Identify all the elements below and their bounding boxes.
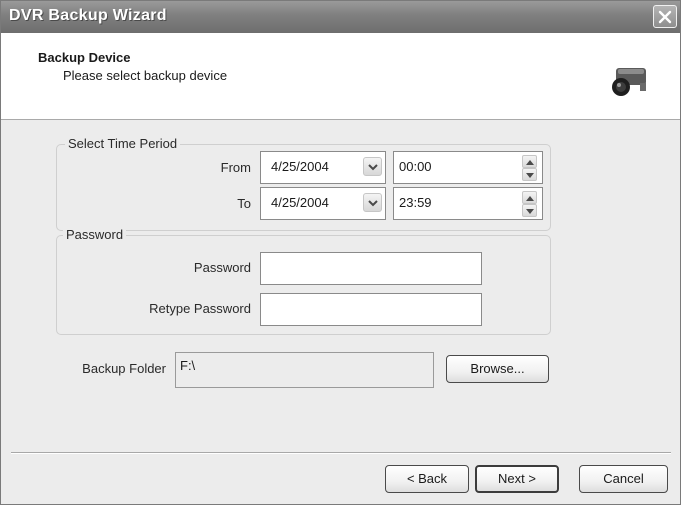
retype-password-field[interactable]	[260, 293, 482, 326]
from-label: From	[220, 160, 251, 175]
from-time-down-button[interactable]	[522, 168, 537, 181]
to-time-up-button[interactable]	[522, 191, 537, 204]
close-icon	[658, 10, 672, 24]
from-time-stepper[interactable]: 00:00	[393, 151, 543, 184]
backup-wizard-window: DVR Backup Wizard Backup Device Please s…	[0, 0, 681, 505]
to-date-value: 4/25/2004	[271, 195, 329, 210]
chevron-down-icon	[368, 164, 378, 171]
from-time-value: 00:00	[399, 159, 432, 174]
close-button[interactable]	[653, 5, 677, 28]
caret-down-icon	[526, 209, 534, 214]
from-time-up-button[interactable]	[522, 155, 537, 168]
password-field[interactable]	[260, 252, 482, 285]
window-title: DVR Backup Wizard	[9, 7, 167, 24]
to-date-combo[interactable]: 4/25/2004	[260, 187, 386, 220]
backup-folder-field[interactable]: F:\	[175, 352, 434, 388]
caret-up-icon	[526, 160, 534, 165]
backup-folder-label: Backup Folder	[82, 361, 166, 376]
caret-down-icon	[526, 173, 534, 178]
wizard-header: Backup Device Please select backup devic…	[1, 33, 680, 120]
time-period-legend: Select Time Period	[65, 136, 181, 151]
from-date-dropdown-button[interactable]	[363, 157, 382, 176]
caret-up-icon	[526, 196, 534, 201]
to-time-stepper[interactable]: 23:59	[393, 187, 543, 220]
page-title: Backup Device	[38, 50, 131, 65]
footer-separator	[11, 452, 671, 454]
to-time-down-button[interactable]	[522, 204, 537, 217]
from-date-combo[interactable]: 4/25/2004	[260, 151, 386, 184]
title-bar[interactable]: DVR Backup Wizard	[1, 1, 680, 33]
cancel-button[interactable]: Cancel	[579, 465, 668, 493]
chevron-down-icon	[368, 200, 378, 207]
backup-folder-value: F:\	[180, 358, 196, 373]
to-time-value: 23:59	[399, 195, 432, 210]
from-date-value: 4/25/2004	[271, 159, 329, 174]
next-button[interactable]: Next >	[475, 465, 559, 493]
back-button[interactable]: < Back	[385, 465, 469, 493]
retype-password-label: Retype Password	[149, 301, 251, 316]
page-subtitle: Please select backup device	[63, 68, 228, 83]
to-label: To	[237, 196, 251, 211]
browse-button[interactable]: Browse...	[446, 355, 549, 383]
password-label: Password	[193, 260, 251, 275]
camera-icon	[612, 68, 646, 96]
to-date-dropdown-button[interactable]	[363, 193, 382, 212]
password-legend: Password	[63, 227, 127, 242]
